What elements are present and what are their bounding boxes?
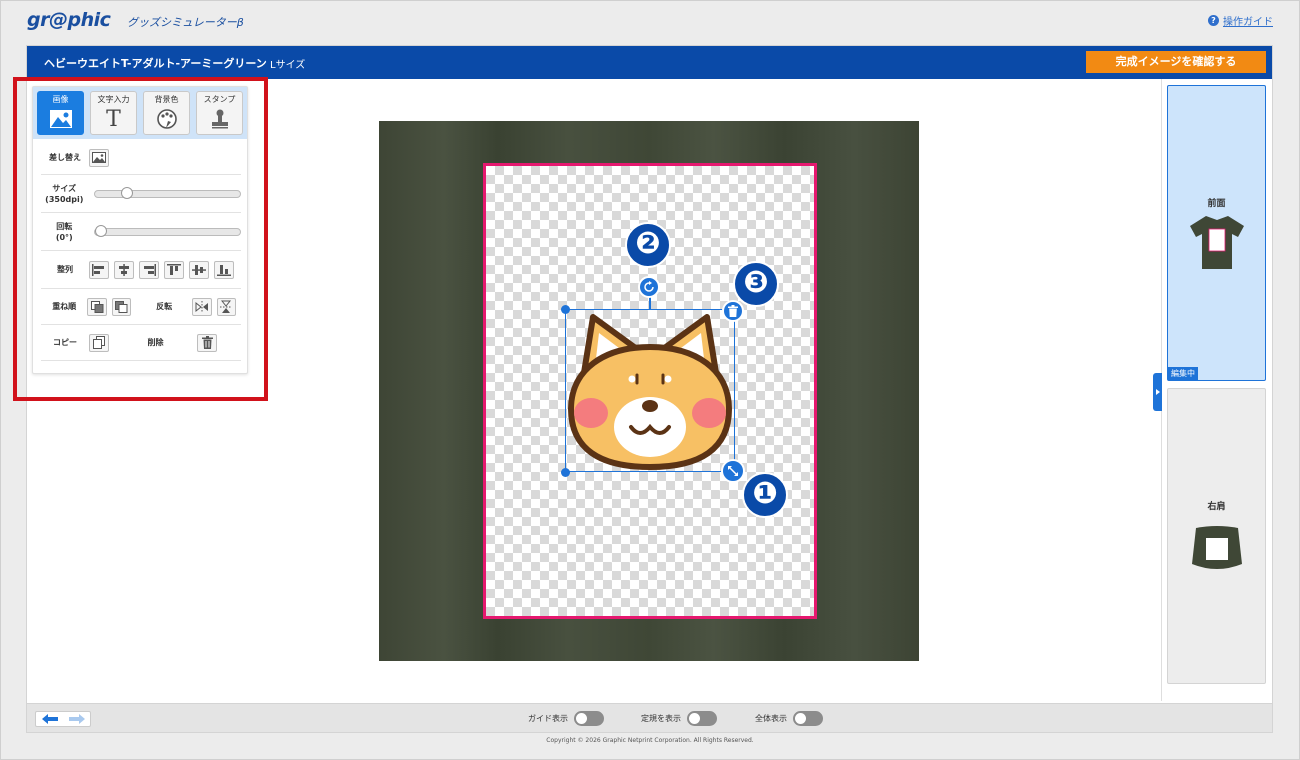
selection-handle-top-left[interactable]	[561, 305, 570, 314]
full-view-toggle[interactable]	[793, 711, 823, 726]
bottom-toolbar: ガイド表示 定規を表示 全体表示	[27, 703, 1272, 732]
highlight-frame	[13, 77, 268, 401]
rotate-stem	[649, 297, 651, 309]
view-shoulder-label: 右肩	[1207, 502, 1226, 512]
rotate-icon	[644, 281, 654, 292]
product-size: Lサイズ	[270, 60, 306, 71]
tshirt-front-icon	[1190, 216, 1244, 269]
ruler-toggle[interactable]	[687, 711, 717, 726]
app-subtitle: グッズシミュレーターβ	[127, 16, 244, 29]
undo-button[interactable]	[36, 712, 63, 726]
callout-badge-3: ❸	[733, 261, 779, 307]
undo-arrow-icon	[41, 714, 58, 724]
product-title: ヘビーウエイトT-アダルト-アーミーグリーン	[44, 57, 267, 70]
chevron-right-icon	[1156, 389, 1160, 395]
editing-badge: 編集中	[1168, 367, 1198, 380]
guide-toggle[interactable]	[574, 711, 604, 726]
view-shoulder-card[interactable]: 右肩	[1167, 388, 1266, 684]
guide-toggle-knob	[576, 713, 587, 724]
shoulder-view-icon	[1192, 526, 1242, 569]
trash-icon	[728, 305, 738, 317]
ruler-toggle-label: 定規を表示	[641, 714, 681, 723]
guide-link[interactable]: ? 操作ガイド	[1208, 13, 1273, 28]
ruler-toggle-group: 定規を表示	[641, 711, 717, 726]
top-header: gr@phic グッズシミュレーターβ ? 操作ガイド	[1, 1, 1299, 37]
full-view-toggle-label: 全体表示	[755, 714, 787, 723]
redo-arrow-icon	[68, 714, 85, 724]
view-front-card[interactable]: 前面 編集中	[1167, 85, 1266, 381]
redo-button[interactable]	[63, 712, 90, 726]
confirm-preview-button[interactable]: 完成イメージを確認する	[1086, 51, 1266, 73]
history-controls	[35, 711, 91, 727]
callout-badge-1: ❶	[742, 472, 788, 518]
resize-handle[interactable]	[721, 459, 745, 483]
full-view-toggle-group: 全体表示	[755, 711, 823, 726]
ruler-toggle-knob	[689, 713, 700, 724]
resize-diagonal-icon	[728, 466, 738, 476]
view-front-label: 前面	[1207, 199, 1226, 209]
logo: gr@phic	[27, 9, 111, 31]
collapse-panel-tab[interactable]	[1153, 373, 1162, 411]
rotate-handle[interactable]	[638, 276, 660, 298]
guide-toggle-label: ガイド表示	[528, 714, 568, 723]
callout-badge-2: ❷	[625, 222, 671, 268]
selection-handle-bottom-left[interactable]	[561, 468, 570, 477]
full-view-toggle-knob	[795, 713, 806, 724]
copyright: Copyright © 2026 Graphic Netprint Corpor…	[546, 737, 754, 744]
delete-handle[interactable]	[722, 300, 744, 322]
title-bar: ヘビーウエイトT-アダルト-アーミーグリーン Lサイズ 完成イメージを確認する	[27, 46, 1272, 79]
guide-link-label: 操作ガイド	[1223, 17, 1273, 28]
help-icon: ?	[1208, 15, 1219, 26]
selection-box[interactable]	[565, 309, 735, 472]
guide-toggle-group: ガイド表示	[528, 711, 604, 726]
